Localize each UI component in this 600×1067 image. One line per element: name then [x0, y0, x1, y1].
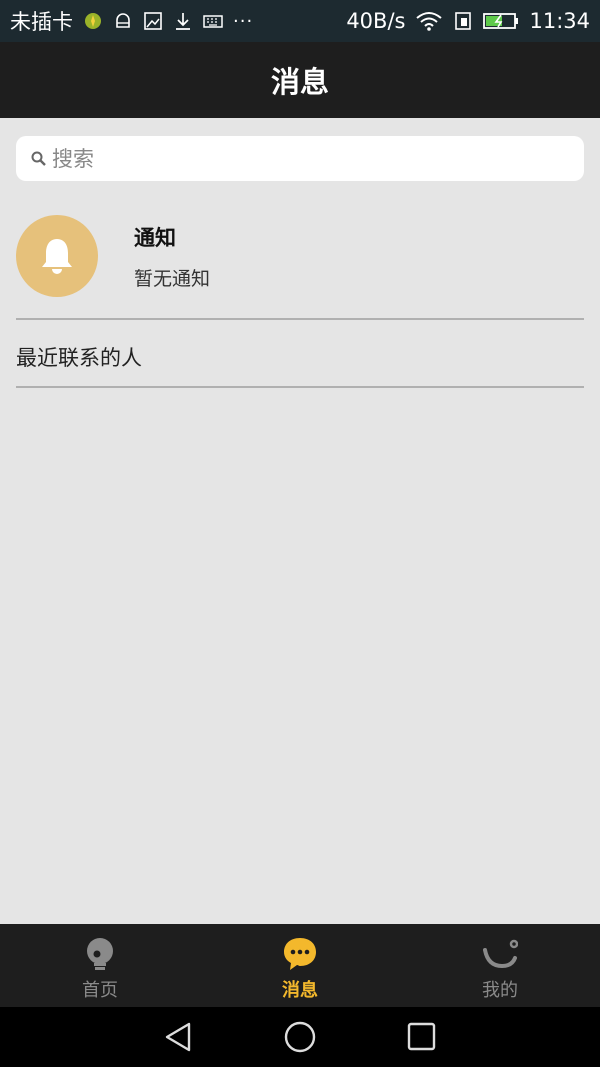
smile-icon [482, 936, 518, 972]
bell-icon [42, 239, 72, 274]
tab-profile[interactable]: 我的 [400, 924, 600, 1007]
sim-icon [453, 11, 473, 31]
page-title: 消息 [270, 65, 329, 99]
status-bar-left: 未插卡 ··· [10, 6, 253, 36]
bulb-icon [82, 936, 118, 972]
notification-title: 通知 [134, 225, 176, 250]
status-bar: 未插卡 ··· 40B/s 11:34 [0, 0, 600, 42]
carrier-label: 未插卡 [10, 10, 73, 34]
app-bar: 消息 [0, 42, 600, 118]
tab-home[interactable]: 首页 [0, 924, 200, 1007]
notification-text: 通知 暂无通知 [134, 222, 210, 291]
home-icon[interactable] [282, 1019, 318, 1055]
notification-entry[interactable]: 通知 暂无通知 [16, 214, 584, 298]
notification-subtitle: 暂无通知 [134, 267, 211, 290]
chat-bubble-icon [282, 936, 318, 972]
more-notifications-icon: ··· [233, 10, 254, 32]
recent-contacts-label: 最近联系的人 [16, 346, 142, 370]
system-nav-bar [0, 1007, 600, 1067]
notification-avatar [16, 215, 98, 297]
recents-icon[interactable] [403, 1019, 439, 1055]
tab-label: 首页 [82, 980, 118, 1001]
message-content: 通知 暂无通知 最近联系的人 [0, 118, 600, 924]
tab-label: 消息 [282, 980, 318, 1001]
search-bar[interactable] [16, 136, 584, 181]
bottom-tab-bar: 首页 消息 我的 [0, 924, 600, 1007]
download-icon [173, 11, 193, 31]
clock: 11:34 [529, 9, 590, 33]
tab-messages[interactable]: 消息 [200, 924, 400, 1007]
android-icon [113, 11, 133, 31]
battery-icon [483, 11, 519, 31]
search-input[interactable] [52, 146, 552, 171]
divider [16, 386, 584, 388]
back-icon[interactable] [161, 1019, 197, 1055]
network-speed: 40B/s [346, 9, 406, 33]
tab-label: 我的 [482, 980, 518, 1001]
keyboard-icon [203, 11, 223, 31]
divider [16, 318, 584, 320]
image-icon [143, 11, 163, 31]
status-bar-right: 40B/s 11:34 [346, 9, 590, 33]
search-icon [31, 151, 46, 166]
app-notification-icon [83, 11, 103, 31]
wifi-icon [415, 11, 443, 31]
